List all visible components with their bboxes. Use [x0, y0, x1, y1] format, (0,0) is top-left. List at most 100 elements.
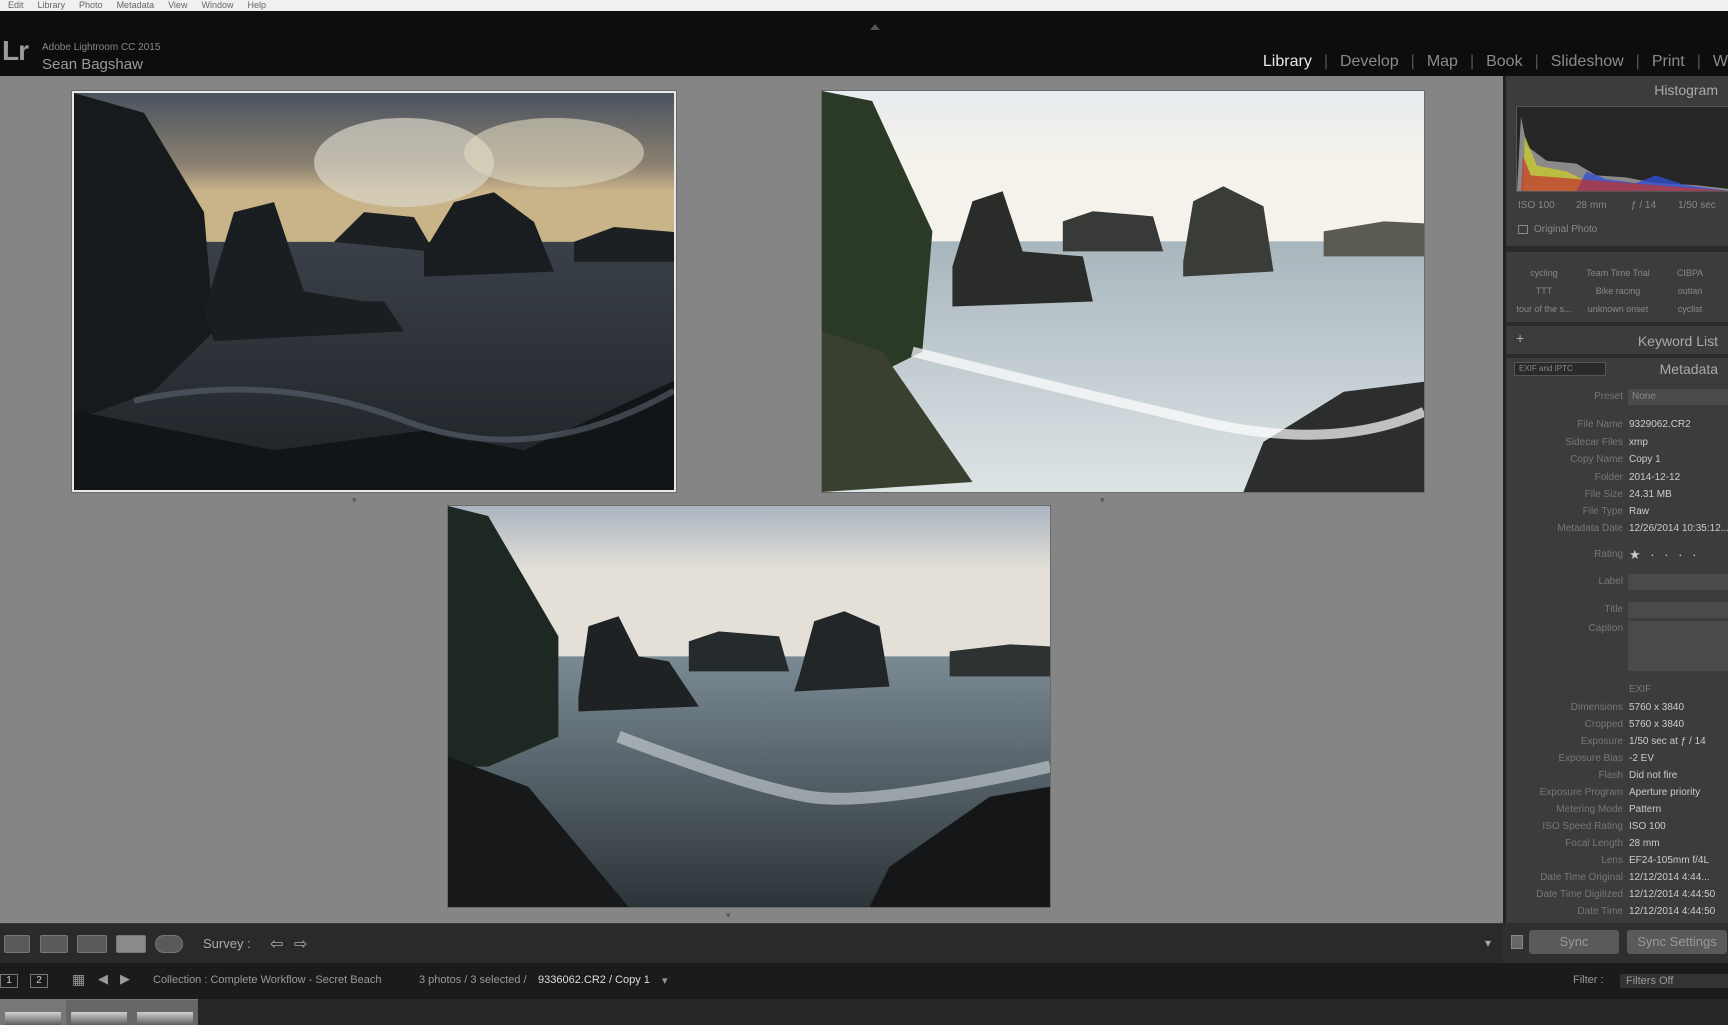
toolbar-menu-icon[interactable]: ▾	[1485, 936, 1491, 950]
next-arrow-icon[interactable]: ⇨	[294, 934, 307, 954]
exif-key: Lens	[1601, 855, 1623, 866]
previous-arrow-icon[interactable]: ⇦	[270, 934, 283, 954]
histogram-shutter: 1/50 sec	[1678, 200, 1716, 211]
keyword-suggestion[interactable]: unknown onset	[1582, 304, 1654, 314]
rating-stars[interactable]: ★ · · · ·	[1629, 547, 1699, 563]
meta-key: Copy Name	[1570, 454, 1623, 465]
toolbar: Survey : ⇦ ⇨ ▾	[0, 923, 1503, 963]
title-label: Title	[1604, 604, 1623, 615]
collection-path[interactable]: Collection : Complete Workflow - Secret …	[153, 974, 381, 986]
survey-photo-2[interactable]	[822, 91, 1424, 492]
keyword-suggestion[interactable]: cycling	[1508, 268, 1580, 278]
exif-value: 5760 x 3840	[1629, 702, 1685, 713]
meta-value[interactable]: Copy 1	[1629, 454, 1661, 465]
compare-view-icon[interactable]	[77, 935, 107, 953]
preset-label: Preset	[1594, 391, 1623, 402]
filter-select[interactable]: Filters Off	[1620, 974, 1728, 988]
photo-1-stars[interactable]: ▾	[352, 495, 359, 506]
module-library[interactable]: Library	[1251, 53, 1324, 71]
caption-field[interactable]	[1628, 621, 1728, 671]
collapse-top-panel-icon[interactable]	[870, 24, 880, 30]
exif-key: Date Time	[1577, 906, 1623, 917]
current-file[interactable]: 9336062.CR2 / Copy 1	[538, 974, 650, 986]
keyword-suggestion[interactable]: Team Time Trial	[1582, 268, 1654, 278]
app-name: Adobe Lightroom CC 2015	[42, 42, 161, 53]
exif-value: EF24-105mm f/4L	[1629, 855, 1710, 866]
filmstrip-thumb-2[interactable]	[66, 999, 132, 1025]
original-photo-checkbox[interactable]: Original Photo	[1518, 224, 1597, 235]
rating-label: Rating	[1594, 549, 1623, 560]
panel-divider	[1506, 354, 1728, 358]
people-view-icon[interactable]	[155, 935, 183, 953]
menu-metadata[interactable]: Metadata	[117, 1, 155, 10]
back-icon[interactable]: ◀	[98, 971, 108, 987]
exif-key: ISO Speed Rating	[1542, 821, 1623, 832]
keyword-list-header[interactable]: Keyword List	[1638, 333, 1718, 349]
metadata-preset-selector[interactable]: EXIF and IPTC	[1514, 362, 1606, 376]
survey-view: ▾ ▾ ▾	[0, 76, 1503, 923]
module-web[interactable]: W	[1701, 53, 1728, 71]
histogram[interactable]	[1516, 106, 1728, 192]
exif-value: 28 mm	[1629, 838, 1660, 849]
forward-icon[interactable]: ▶	[120, 971, 130, 987]
meta-value[interactable]: 9329062.CR2	[1629, 419, 1691, 430]
histogram-header[interactable]: Histogram	[1654, 82, 1718, 98]
keyword-suggestion[interactable]: tour of the s...	[1508, 304, 1580, 314]
sync-settings-button[interactable]: Sync Settings	[1627, 930, 1727, 954]
module-print[interactable]: Print	[1640, 53, 1697, 71]
meta-value: xmp	[1629, 437, 1648, 448]
lr-logo: Lr	[2, 35, 29, 66]
photo-2-stars[interactable]: ▾	[1100, 495, 1107, 506]
exif-key: Cropped	[1584, 719, 1623, 730]
exif-value: Did not fire	[1629, 770, 1678, 781]
identity-plate: Lr Adobe Lightroom CC 2015 Sean Bagshaw …	[0, 11, 1728, 76]
sync-bar: Sync Sync Settings	[1503, 923, 1728, 963]
module-book[interactable]: Book	[1474, 53, 1534, 71]
keyword-suggestion[interactable]: cyclist	[1654, 304, 1726, 314]
filmstrip-bar: 1 2 ▦ ◀ ▶ Collection : Complete Workflow…	[0, 963, 1728, 999]
add-keyword-icon[interactable]: +	[1516, 330, 1524, 346]
label-field[interactable]	[1628, 574, 1728, 590]
keyword-suggestion[interactable]: Bike racing	[1582, 286, 1654, 296]
panel-divider	[1506, 246, 1728, 252]
menu-window[interactable]: Window	[201, 1, 233, 10]
preset-select[interactable]: None	[1628, 389, 1728, 405]
secondary-window-button[interactable]: 2	[30, 974, 48, 988]
exif-key: Exposure Bias	[1558, 753, 1623, 764]
menu-view[interactable]: View	[168, 1, 187, 10]
exif-value: -2 EV	[1629, 753, 1655, 764]
keyword-suggestion[interactable]: CIBPA	[1654, 268, 1726, 278]
menu-edit[interactable]: Edit	[8, 1, 24, 10]
title-field[interactable]	[1628, 602, 1728, 618]
metadata-header[interactable]: Metadata	[1660, 361, 1718, 377]
exif-section-label: EXIF	[1629, 684, 1652, 695]
survey-label: Survey :	[203, 936, 251, 951]
filmstrip-thumb-3[interactable]	[132, 999, 198, 1025]
menu-photo[interactable]: Photo	[79, 1, 103, 10]
meta-key: File Name	[1577, 419, 1623, 430]
loupe-view-icon[interactable]	[40, 935, 68, 953]
meta-key: Sidecar Files	[1565, 437, 1623, 448]
grid-icon[interactable]: ▦	[72, 971, 85, 988]
filmstrip-thumb-1[interactable]	[0, 999, 66, 1025]
survey-photo-1[interactable]	[72, 91, 676, 492]
sync-button[interactable]: Sync	[1529, 930, 1619, 954]
survey-photo-3[interactable]	[448, 506, 1050, 907]
exif-value: 12/12/2014 4:44:50	[1629, 889, 1716, 900]
keyword-suggestion[interactable]: TTT	[1508, 286, 1580, 296]
file-menu-icon[interactable]: ▾	[662, 974, 668, 987]
filmstrip	[0, 999, 1728, 1025]
survey-view-icon[interactable]	[116, 935, 146, 953]
grid-view-icon[interactable]	[4, 935, 30, 953]
photo-3-stars[interactable]: ▾	[726, 910, 733, 921]
auto-sync-toggle[interactable]	[1511, 935, 1523, 949]
menu-library[interactable]: Library	[38, 1, 66, 10]
menu-help[interactable]: Help	[247, 1, 266, 10]
module-map[interactable]: Map	[1415, 53, 1470, 71]
main-window-button[interactable]: 1	[0, 974, 18, 988]
module-develop[interactable]: Develop	[1328, 53, 1411, 71]
module-slideshow[interactable]: Slideshow	[1539, 53, 1636, 71]
panel-divider	[1506, 322, 1728, 326]
exif-value: ISO 100	[1629, 821, 1666, 832]
keyword-suggestion[interactable]: outlan	[1654, 286, 1726, 296]
